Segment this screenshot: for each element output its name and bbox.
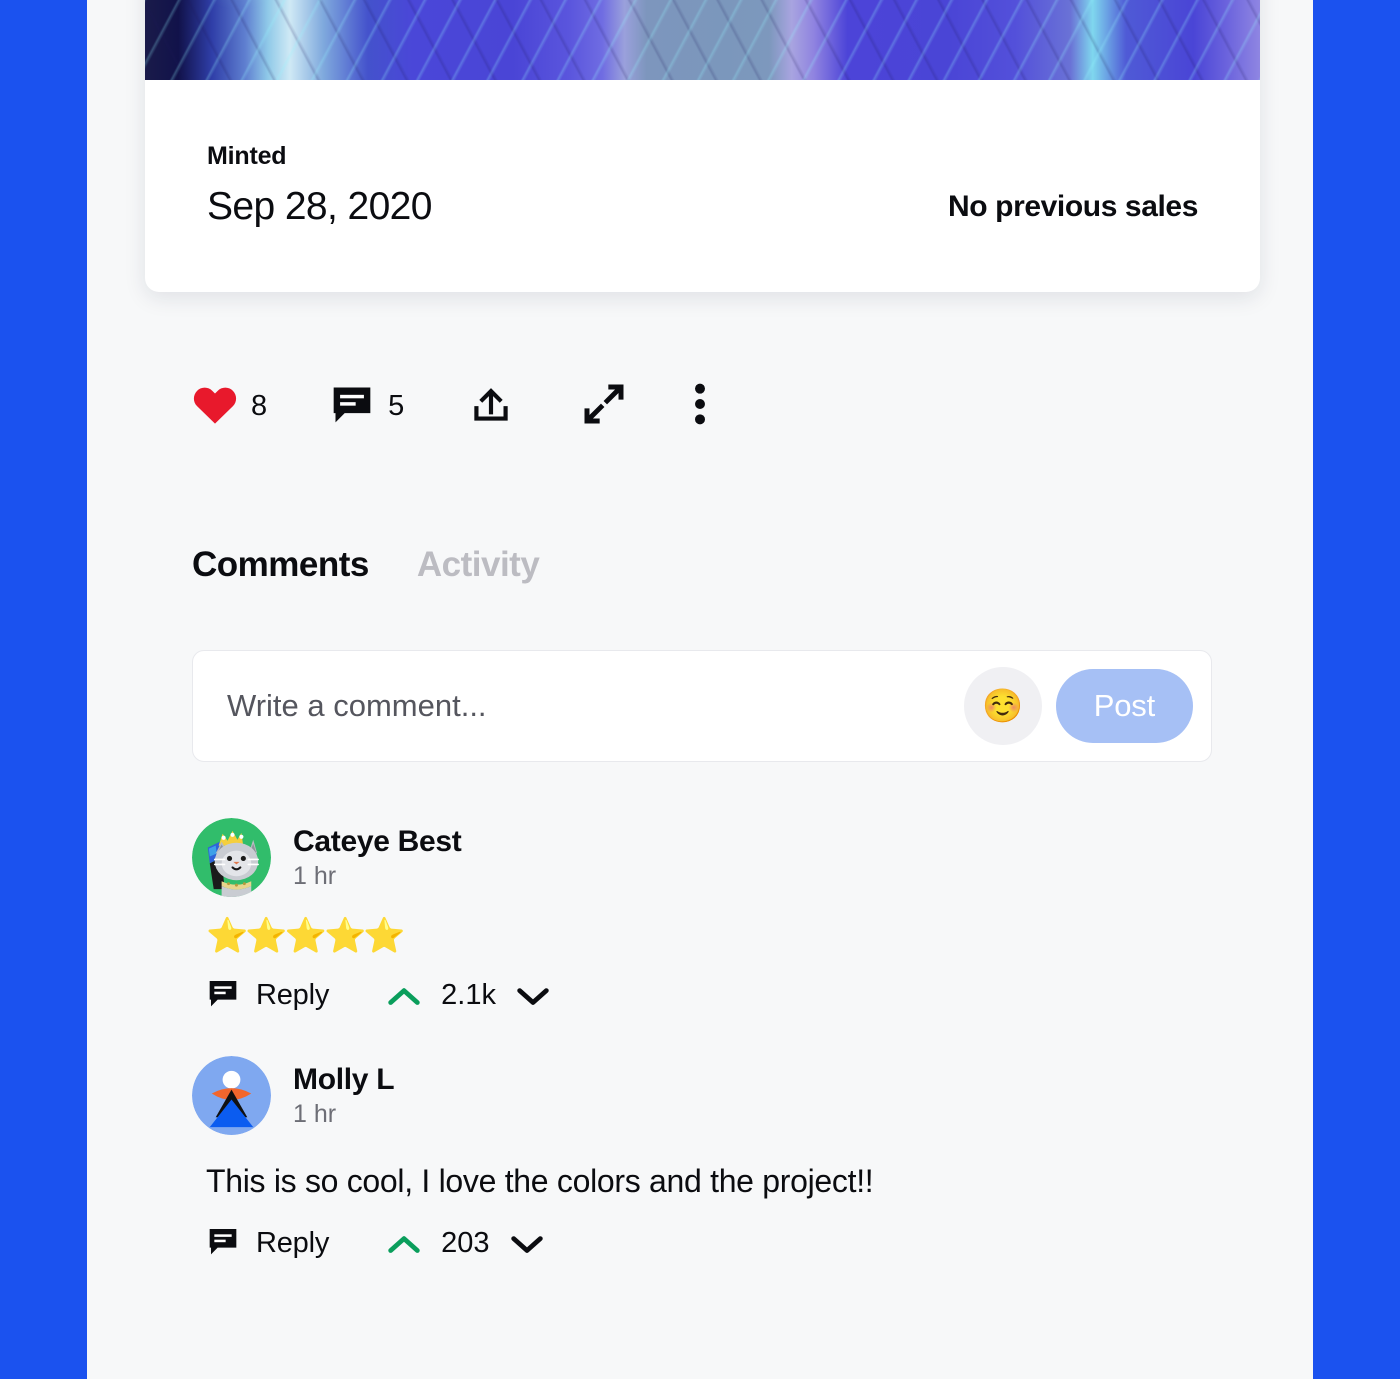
nft-artwork-image[interactable] [145, 0, 1260, 80]
comment-header: Cateye Best 1 hr [192, 818, 1252, 897]
comment-header: Molly L 1 hr [192, 1056, 1252, 1135]
nft-meta-row: Minted Sep 28, 2020 No previous sales [145, 80, 1260, 292]
comment-composer: ☺️ Post [192, 650, 1212, 762]
comment-count: 5 [388, 390, 405, 422]
downvote-button[interactable] [510, 1232, 544, 1256]
reply-comment-icon [206, 977, 240, 1014]
downvote-button[interactable] [516, 984, 550, 1008]
more-options-button[interactable] [692, 381, 708, 432]
tab-activity[interactable]: Activity [417, 545, 540, 585]
like-count: 8 [251, 390, 268, 422]
smiley-face-icon: ☺️ [982, 686, 1024, 724]
upvote-button[interactable] [387, 984, 421, 1008]
post-comment-button[interactable]: Post [1055, 669, 1193, 743]
comment-timestamp: 1 hr [293, 1100, 337, 1129]
more-vertical-icon [692, 381, 708, 432]
vote-count: 2.1k [441, 979, 496, 1011]
minted-date: Sep 28, 2020 [207, 185, 432, 228]
emoji-picker-button[interactable]: ☺️ [963, 667, 1042, 745]
comment-actions: Reply 203 [206, 1225, 1252, 1262]
sales-status: No previous sales [948, 190, 1198, 223]
reply-label: Reply [256, 979, 330, 1011]
expand-arrows-icon [578, 378, 630, 435]
upvote-button[interactable] [387, 1232, 421, 1256]
comment-author: Molly L [293, 1062, 395, 1096]
post-action-bar: 8 5 [192, 378, 708, 435]
star-rating: ⭐⭐⭐⭐⭐ [206, 917, 406, 955]
comment-text: This is so cool, I love the colors and t… [206, 1163, 874, 1199]
vote-count: 203 [441, 1227, 490, 1259]
comment-actions: Reply 2.1k [206, 977, 1252, 1014]
vote-group: 203 [387, 1227, 543, 1260]
nft-detail-card: Minted Sep 28, 2020 No previous sales [145, 0, 1260, 292]
like-button[interactable]: 8 [192, 383, 267, 430]
reply-label: Reply [256, 1227, 330, 1259]
comment-timestamp: 1 hr [293, 862, 337, 891]
minted-block: Minted Sep 28, 2020 [207, 142, 432, 226]
app-viewport: Minted Sep 28, 2020 No previous sales 8 [87, 0, 1313, 1379]
list-item: Molly L 1 hr This is so cool, I love the… [192, 1056, 1252, 1262]
share-button[interactable] [466, 379, 516, 434]
minted-label: Minted [207, 142, 287, 170]
share-upload-icon [466, 379, 516, 434]
comment-author-block: Molly L 1 hr [293, 1062, 395, 1129]
frame-right-blue-bar [1313, 0, 1400, 1379]
comment-icon [329, 382, 375, 431]
frame-left-blue-bar [0, 0, 87, 1379]
comment-list: Cateye Best 1 hr ⭐⭐⭐⭐⭐ Reply 2.1k Molly … [192, 818, 1252, 1304]
heart-icon [192, 383, 238, 430]
comment-author: Cateye Best [293, 824, 462, 858]
tab-comments[interactable]: Comments [192, 545, 369, 585]
cat-king-avatar[interactable] [192, 818, 271, 897]
expand-button[interactable] [578, 378, 630, 435]
reply-button[interactable]: Reply [206, 1225, 329, 1262]
comment-author-block: Cateye Best 1 hr [293, 824, 462, 891]
reply-comment-icon [206, 1225, 240, 1262]
vote-group: 2.1k [387, 979, 550, 1012]
list-item: Cateye Best 1 hr ⭐⭐⭐⭐⭐ Reply 2.1k [192, 818, 1252, 1014]
comment-input[interactable] [227, 688, 964, 724]
abstract-person-avatar[interactable] [192, 1056, 271, 1135]
comments-activity-tabs: Comments Activity [192, 545, 540, 585]
comment-button[interactable]: 5 [329, 382, 404, 431]
reply-button[interactable]: Reply [206, 977, 329, 1014]
